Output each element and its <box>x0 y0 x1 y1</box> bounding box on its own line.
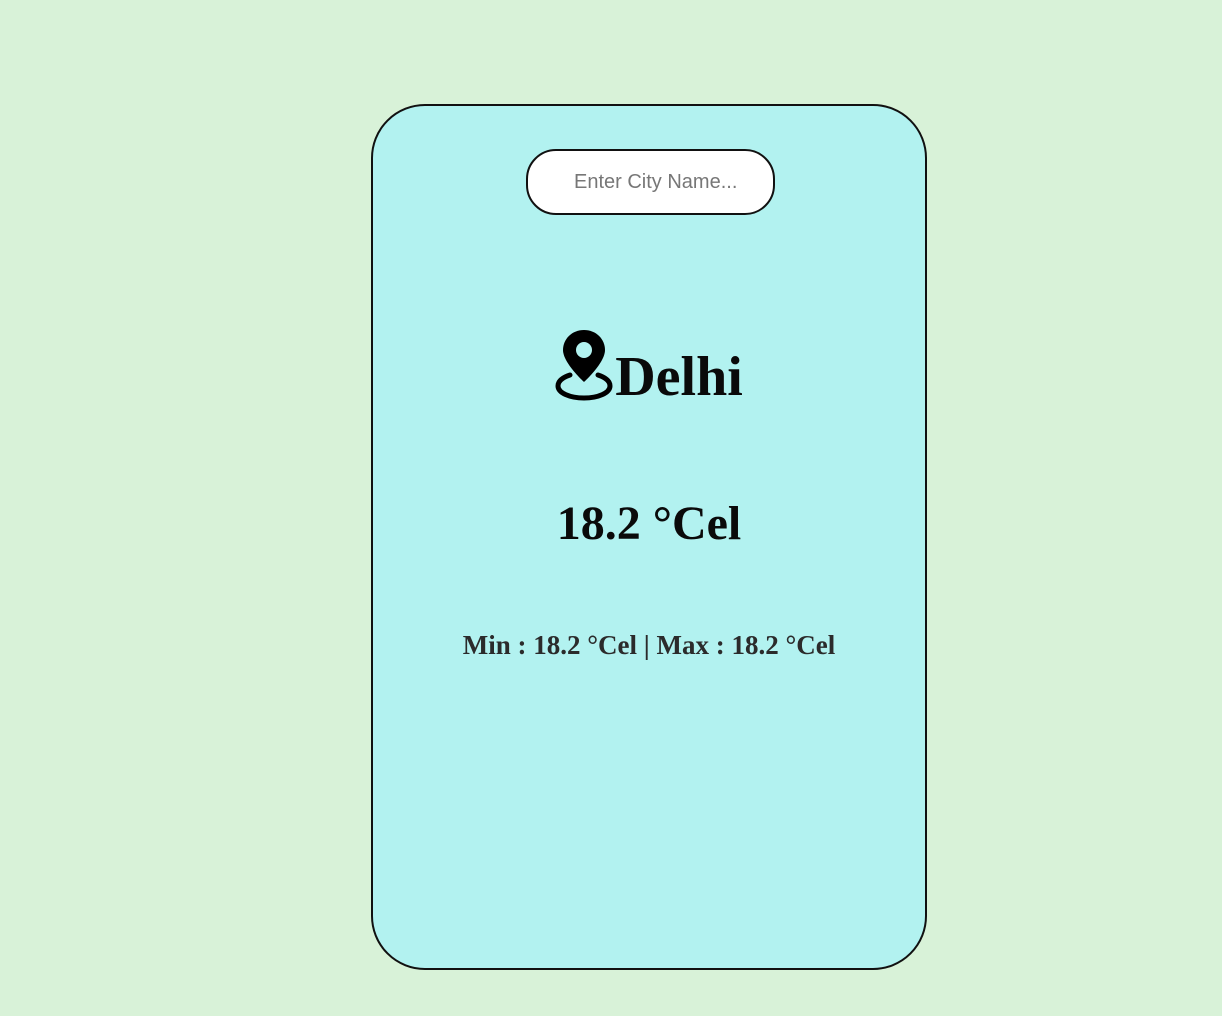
current-temperature: 18.2 °Cel <box>556 497 742 550</box>
weather-card: Delhi 18.2 °Cel Min : 18.2 °Cel | Max : … <box>371 104 927 970</box>
min-max-temperature: Min : 18.2 °Cel | Max : 18.2 °Cel <box>462 630 836 660</box>
city-search-input[interactable] <box>526 149 775 215</box>
location-pin-icon <box>555 330 613 401</box>
city-name: Delhi <box>615 346 743 408</box>
location-header: Delhi <box>373 328 925 405</box>
